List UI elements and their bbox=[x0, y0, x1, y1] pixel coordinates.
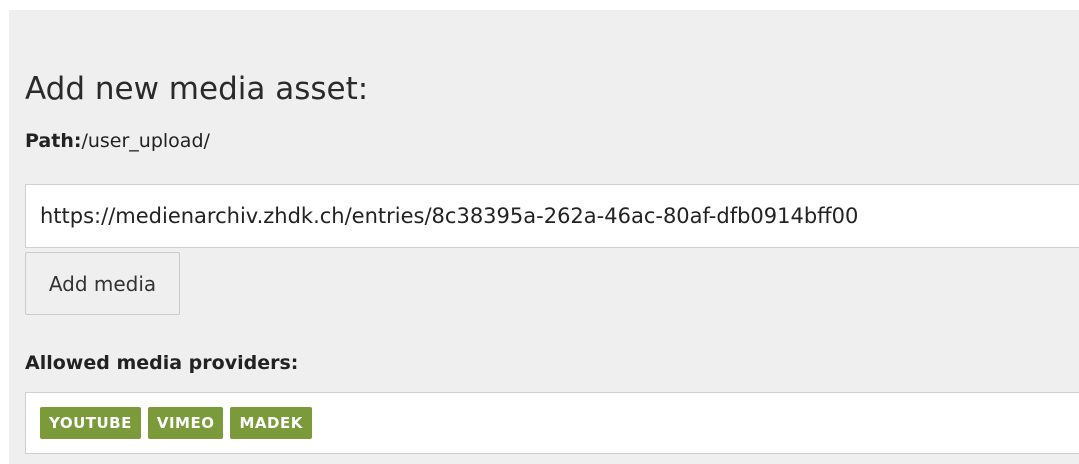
path-row: Path:/user_upload/ bbox=[25, 130, 210, 152]
allowed-providers-label: Allowed media providers: bbox=[25, 352, 299, 374]
path-value: /user_upload/ bbox=[81, 130, 210, 152]
provider-tag-vimeo: VIMEO bbox=[147, 407, 224, 439]
provider-tag-madek: MADEK bbox=[230, 407, 312, 439]
media-url-input[interactable] bbox=[25, 184, 1079, 248]
provider-tag-youtube: YOUTUBE bbox=[40, 407, 141, 439]
allowed-providers-list: YOUTUBE VIMEO MADEK bbox=[25, 392, 1079, 454]
add-media-button[interactable]: Add media bbox=[25, 252, 180, 315]
path-label: Path: bbox=[25, 130, 82, 152]
page-title: Add new media asset: bbox=[25, 71, 369, 107]
add-media-panel: Add new media asset: Path:/user_upload/ … bbox=[9, 10, 1079, 464]
